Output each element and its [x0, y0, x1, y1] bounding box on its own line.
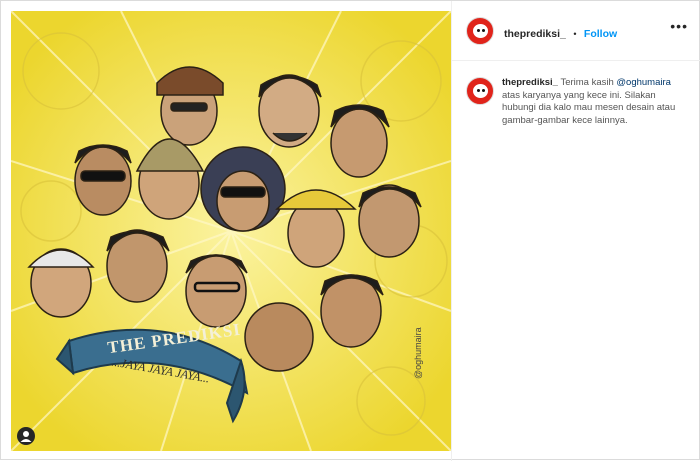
artist-signature: @oghumaira: [413, 327, 423, 379]
illustration: [11, 11, 451, 451]
post-header: theprediksi_ • Follow •••: [452, 1, 700, 61]
user-tag-icon[interactable]: [17, 427, 35, 445]
caption-avatar[interactable]: [466, 77, 494, 105]
follow-button[interactable]: Follow: [584, 28, 617, 40]
more-options-icon[interactable]: •••: [670, 19, 688, 33]
caption-text-1: Terima kasih: [560, 77, 614, 88]
caption-mention[interactable]: @oghumaira: [616, 77, 671, 88]
header-username[interactable]: theprediksi_: [504, 28, 566, 40]
post-sidebar: theprediksi_ • Follow ••• theprediksi_ T…: [451, 1, 700, 461]
caption-text: theprediksi_ Terima kasih @oghumaira ata…: [502, 77, 688, 127]
header-separator: •: [573, 29, 577, 39]
caption-username[interactable]: theprediksi_: [502, 77, 558, 88]
post-image[interactable]: THE PREDIKSI ...JAYA JAYA JAYA... @oghum…: [11, 11, 451, 451]
caption-text-2: atas karyanya yang kece ini. Silakan hub…: [502, 89, 676, 126]
avatar[interactable]: [466, 17, 494, 45]
instagram-post: THE PREDIKSI ...JAYA JAYA JAYA... @oghum…: [0, 0, 700, 461]
